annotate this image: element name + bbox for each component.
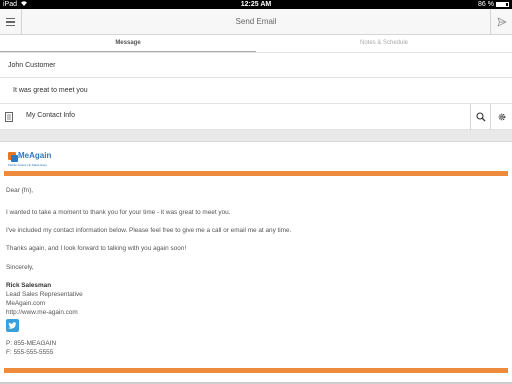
status-time: 12:25 AM: [240, 1, 272, 8]
twitter-icon[interactable]: [6, 319, 19, 332]
tab-notes-schedule[interactable]: Notes & Schedule: [256, 35, 512, 51]
signature-company: MeAgain.com: [6, 300, 46, 307]
battery-percent: 86 %: [478, 1, 494, 8]
battery-icon: [496, 2, 509, 7]
active-tab-indicator: [0, 51, 256, 52]
to-field[interactable]: John Customer: [0, 54, 512, 78]
template-row[interactable]: My Contact Info: [0, 104, 512, 130]
meagain-logo: MeAgain Mobile Follow-Up Made Easy: [8, 151, 64, 170]
header-accent-bar: [4, 171, 508, 176]
settings-button[interactable]: [490, 104, 512, 130]
signature-phone: P: 855-MEAGAIN: [6, 340, 57, 347]
search-button[interactable]: [470, 104, 490, 130]
document-icon: [5, 112, 13, 124]
logo-tagline: Mobile Follow-Up Made Easy: [8, 163, 48, 167]
signature-title: Lead Sales Representative: [6, 291, 83, 298]
greeting: Dear {fn},: [6, 187, 34, 194]
closing: Sincerely,: [6, 264, 34, 271]
footer-accent-bar: [4, 368, 508, 373]
paper-plane-icon: [497, 17, 506, 27]
paragraph-1: I wanted to take a moment to thank you f…: [6, 209, 231, 216]
tab-message[interactable]: Message: [0, 35, 256, 51]
subject-field[interactable]: It was great to meet you: [0, 78, 512, 104]
page-title: Send Email: [235, 17, 277, 26]
signature-url[interactable]: http://www.me-again.com: [6, 309, 78, 316]
template-label: My Contact Info: [26, 112, 76, 119]
search-icon: [475, 112, 485, 122]
paragraph-2: I've included my contact information bel…: [6, 227, 292, 234]
nav-bar: Send Email: [0, 9, 512, 35]
gear-icon: [498, 113, 505, 121]
status-bar: iPad 12:25 AM 86 %: [0, 0, 512, 9]
logo-name: MeAgain: [18, 151, 52, 160]
tab-bar: Message Notes & Schedule: [0, 35, 512, 53]
paragraph-3: Thanks again, and I look forward to talk…: [6, 245, 187, 252]
signature-fax: F: 555-555-5555: [6, 349, 54, 356]
email-body[interactable]: MeAgain Mobile Follow-Up Made Easy Dear …: [0, 142, 512, 384]
send-button[interactable]: [490, 9, 512, 35]
section-divider: [0, 130, 512, 142]
signature-name: Rick Salesman: [6, 282, 52, 289]
